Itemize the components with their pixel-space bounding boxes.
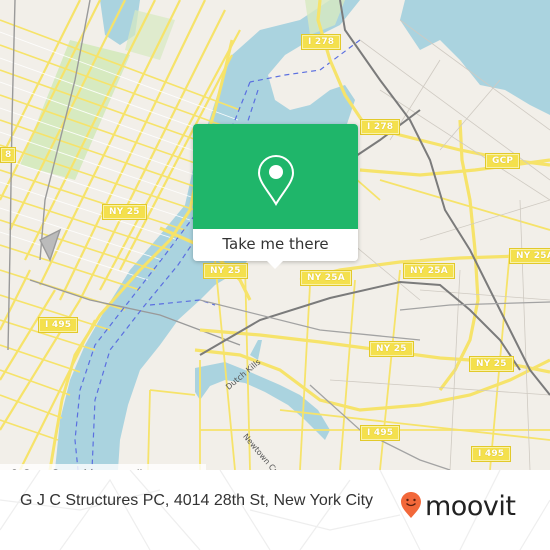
popup-header[interactable]	[193, 124, 358, 229]
highway-shield: NY 25	[469, 356, 514, 372]
moovit-pin-icon	[401, 492, 421, 518]
map-view[interactable]: I 278 I 278 GCP 8 NY 25 NY 25 NY 25A NY …	[0, 0, 550, 470]
highway-shield: NY 25	[203, 263, 248, 279]
water-upper-right	[400, 0, 550, 115]
highway-shield: 8	[0, 147, 17, 163]
highway-shield: I 495	[37, 317, 79, 333]
highway-shield: NY 25A	[403, 263, 455, 279]
newtown-creek	[195, 362, 330, 440]
highway-shield: NY 25A	[300, 270, 352, 286]
highway-shield: NY 25A	[509, 248, 550, 264]
highway-shield: I 278	[359, 119, 401, 135]
highway-shield: GCP	[484, 153, 521, 169]
highway-shield: NY 25	[369, 341, 414, 357]
location-popup[interactable]: Take me there	[193, 124, 358, 269]
highway-shield: I 278	[300, 34, 342, 50]
take-me-there-button[interactable]: Take me there	[193, 229, 358, 261]
highway-shield: NY 25	[102, 204, 147, 220]
highway-shield: I 495	[470, 446, 512, 462]
footer-bar: G J C Structures PC, 4014 28th St, New Y…	[0, 470, 550, 550]
moovit-logo[interactable]: moovit	[400, 485, 516, 525]
gcp	[359, 158, 550, 177]
popup-tail	[266, 260, 284, 269]
map-pin-icon	[257, 154, 295, 206]
place-title: G J C Structures PC, 4014 28th St, New Y…	[20, 492, 374, 509]
moovit-wordmark: moovit	[425, 490, 516, 522]
highway-shield: I 495	[359, 425, 401, 441]
